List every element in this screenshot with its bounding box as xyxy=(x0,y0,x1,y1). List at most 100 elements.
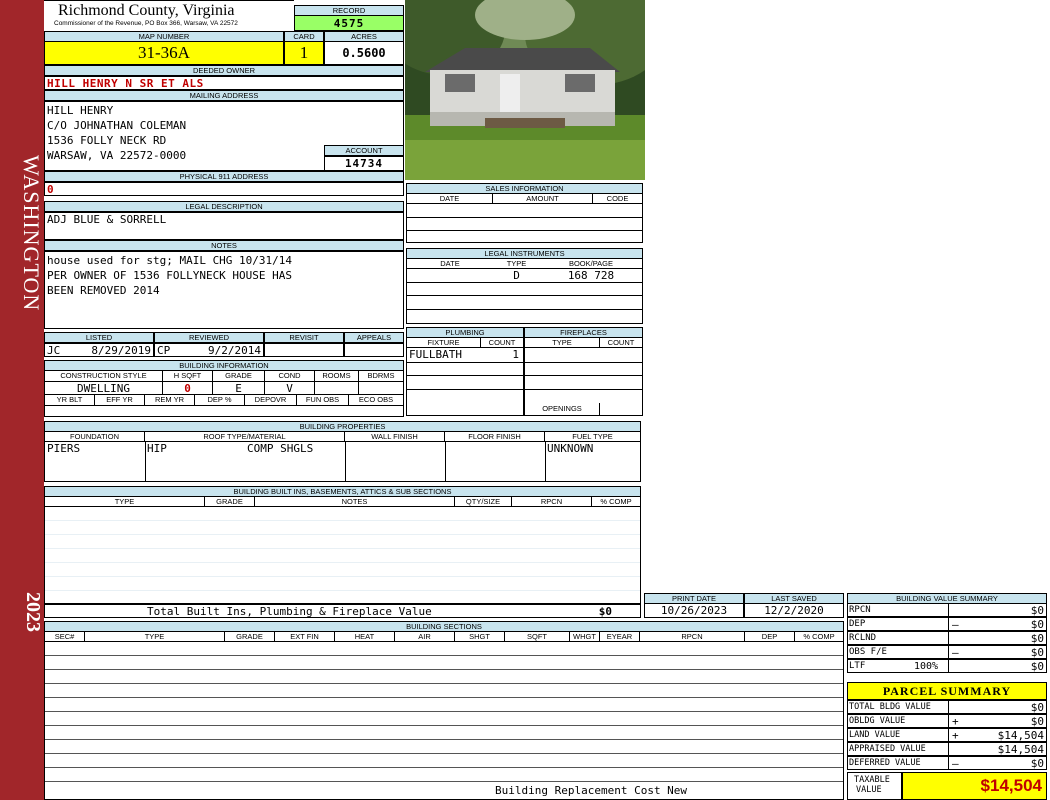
bvs-row-value: $0 xyxy=(1030,660,1044,673)
year-label: 2023 xyxy=(22,592,44,632)
parcel-row-value: $14,504 xyxy=(997,729,1044,742)
building-condition: V xyxy=(265,381,315,395)
foundation-value: PIERS xyxy=(47,442,81,455)
appeals-cell xyxy=(344,343,404,357)
bvs-row-value: $0 xyxy=(1030,646,1044,659)
fireplaces-table: TYPE COUNT OPENINGS xyxy=(524,337,643,416)
parcel-row-value: $0 xyxy=(1030,715,1044,728)
bvs-table: RPCN $0 DEP – $0 RCLND $0 OBS F/E – $0 L… xyxy=(847,603,1047,673)
instrument-type: D xyxy=(513,269,520,282)
notes-box: house used for stg; MAIL CHG 10/31/14 PE… xyxy=(44,251,404,329)
builtins-total-row: Total Built Ins, Plumbing & Fireplace Va… xyxy=(44,604,641,618)
parcel-row-sign: + xyxy=(952,715,959,728)
bvs-row: RCLND $0 xyxy=(847,631,1047,645)
plumbing-row-line xyxy=(407,362,523,363)
sales-col-code: CODE xyxy=(593,194,642,204)
legal-description-header: LEGAL DESCRIPTION xyxy=(44,201,404,212)
sections-table: SEC# TYPE GRADE EXT FIN HEAT AIR SHGT SQ… xyxy=(44,631,844,800)
plumbing-col-fixture: FIXTURE xyxy=(407,338,481,348)
bi2-col-comp: % COMP xyxy=(592,497,640,507)
sec-col-shgt: SHGT xyxy=(455,632,505,642)
print-date: 10/26/2023 xyxy=(644,603,744,618)
sec-col-grade: GRADE xyxy=(225,632,275,642)
instruments-table: DATE TYPE BOOK/PAGE D 168 728 xyxy=(406,258,643,324)
openings-label: OPENINGS xyxy=(525,403,600,415)
building-info-table: CONSTRUCTION STYLE H SQFT GRADE COND ROO… xyxy=(44,370,404,417)
parcel-row-name: APPRAISED VALUE xyxy=(849,744,926,754)
bvs-row-name: OBS F/E xyxy=(849,647,887,657)
mailing-address-header: MAILING ADDRESS xyxy=(44,90,404,101)
bvs-row-value: $0 xyxy=(1030,604,1044,617)
prop-col-foundation: FOUNDATION xyxy=(45,432,145,442)
reviewed-date: 9/2/2014 xyxy=(208,344,261,357)
sec-col-dep: DEP xyxy=(745,632,795,642)
sec-col-air: AIR xyxy=(395,632,455,642)
taxable-label-box: TAXABLE VALUE xyxy=(847,772,902,800)
fireplaces-row-line xyxy=(525,389,642,390)
notes-header: NOTES xyxy=(44,240,404,251)
bi-col-cond: COND xyxy=(265,371,315,381)
bdrms-cell xyxy=(359,381,403,395)
plumbing-fixture: FULLBATH xyxy=(409,348,462,361)
listed-header: LISTED xyxy=(44,332,154,343)
parcel-row: LAND VALUE + $14,504 xyxy=(847,728,1047,742)
parcel-summary-header: PARCEL SUMMARY xyxy=(847,682,1047,700)
fuel-type-value: UNKNOWN xyxy=(547,442,594,455)
lister-initials: JC xyxy=(47,344,61,357)
plumbing-table: FIXTURE COUNT FULLBATH 1 xyxy=(406,337,524,416)
builtins-table: TYPE GRADE NOTES QTY/SIZE RPCN % COMP xyxy=(44,496,641,604)
bi2-col-grade: GRADE xyxy=(205,497,255,507)
sec-col-heat: HEAT xyxy=(335,632,395,642)
prop-col-fuel: FUEL TYPE xyxy=(545,432,640,442)
reviewed-header: REVIEWED xyxy=(154,332,264,343)
map-number: 31-36A xyxy=(44,41,284,65)
bi2-col-rpcn: RPCN xyxy=(512,497,592,507)
bi-col-effyr: EFF YR xyxy=(95,395,145,405)
plumbing-col-count: COUNT xyxy=(481,338,523,348)
bi-col-funobs: FUN OBS xyxy=(297,395,349,405)
bi-values-row xyxy=(45,405,403,416)
instruments-col-bookpage: BOOK/PAGE xyxy=(540,259,642,269)
bi-col-rooms: ROOMS xyxy=(315,371,359,381)
sales-row-line xyxy=(407,230,642,231)
bi-col-remyr: REM YR xyxy=(145,395,195,405)
mailing-line: 1536 FOLLY NECK RD xyxy=(47,134,167,147)
building-grade: E xyxy=(213,381,265,395)
roof-material-value: COMP SHGLS xyxy=(247,442,314,455)
prop-divider xyxy=(345,442,346,481)
instrument-bookpage: 168 728 xyxy=(567,269,615,282)
bvs-row-sign: – xyxy=(952,646,959,659)
sales-table: DATE AMOUNT CODE xyxy=(406,193,643,243)
fireplaces-row-line xyxy=(525,375,642,376)
property-photo xyxy=(405,0,645,180)
sales-row-line xyxy=(407,217,642,218)
county-header: Richmond County, Virginia Commissioner o… xyxy=(44,0,294,31)
legal-description: ADJ BLUE & SORRELL xyxy=(44,212,404,240)
physical-address: 0 xyxy=(44,182,404,196)
bvs-row-name: RPCN xyxy=(849,605,871,615)
bi-col-style: CONSTRUCTION STYLE xyxy=(45,371,163,381)
parcel-row-sign: – xyxy=(952,757,959,770)
fireplaces-col-count: COUNT xyxy=(600,338,642,348)
parcel-row-name: LAND VALUE xyxy=(849,730,901,740)
builtins-total-value: $0 xyxy=(598,605,612,618)
instruments-row-line xyxy=(407,295,642,296)
bvs-row-name: RCLND xyxy=(849,633,877,643)
parcel-row-value: $0 xyxy=(1030,701,1044,714)
mailing-line: C/O JOHNATHAN COLEMAN xyxy=(47,119,187,132)
revisit-cell xyxy=(264,343,344,357)
prop-col-wall: WALL FINISH xyxy=(345,432,445,442)
reviewer-initials: CP xyxy=(157,344,171,357)
bvs-row: OBS F/E – $0 xyxy=(847,645,1047,659)
bi-col-dep: DEP % xyxy=(195,395,245,405)
sec-col-type: TYPE xyxy=(85,632,225,642)
notes-line: PER OWNER OF 1536 FOLLYNECK HOUSE HAS xyxy=(47,269,293,282)
bi2-col-type: TYPE xyxy=(45,497,205,507)
prop-divider xyxy=(145,442,146,481)
deeded-owner-header: DEEDED OWNER xyxy=(44,65,404,76)
fireplaces-row-line xyxy=(525,362,642,363)
bi-col-hsqft: H SQFT xyxy=(163,371,213,381)
bi-col-bdrms: BDRMS xyxy=(367,371,395,380)
reviewed-cell: CP 9/2/2014 xyxy=(154,343,264,357)
instruments-row-line xyxy=(407,309,642,310)
